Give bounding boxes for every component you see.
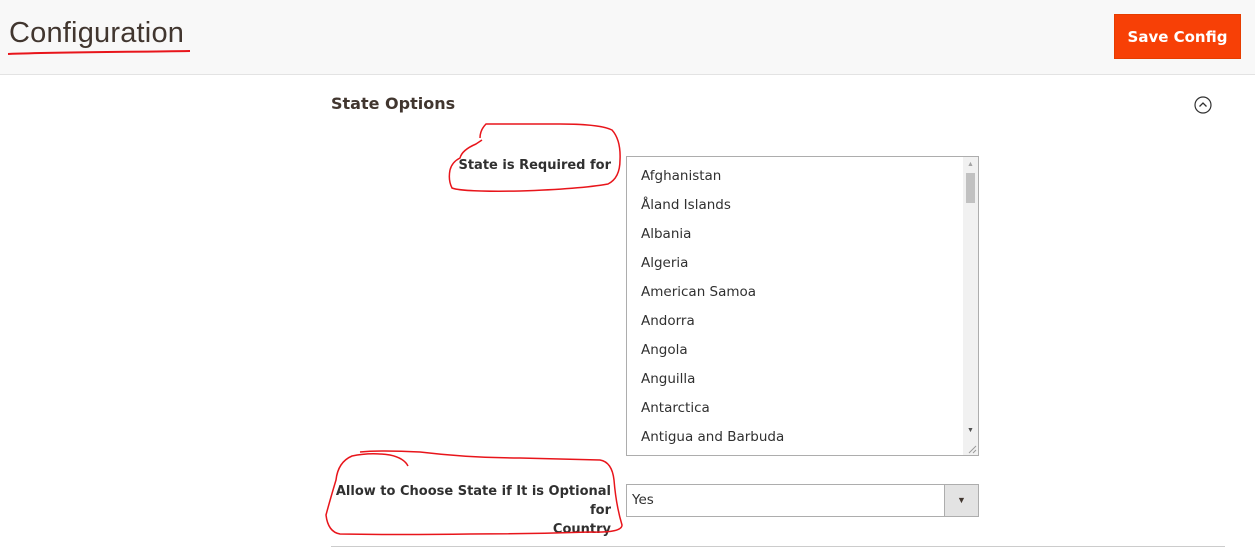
- page-title: Configuration: [9, 17, 185, 49]
- dropdown-arrow-icon[interactable]: ▼: [944, 485, 978, 516]
- country-option[interactable]: Albania: [627, 220, 962, 249]
- country-option[interactable]: Angola: [627, 336, 962, 365]
- country-option[interactable]: Afghanistan: [627, 162, 962, 191]
- section-divider: [331, 546, 1225, 547]
- country-option[interactable]: Andorra: [627, 307, 962, 336]
- selected-value: Yes: [632, 492, 654, 508]
- page-header: Configuration Save Config: [0, 0, 1255, 75]
- allow-choose-state-label: Allow to Choose State if It is Optional …: [330, 482, 611, 539]
- country-option[interactable]: Åland Islands: [627, 191, 962, 220]
- scrollbar[interactable]: ▲ ▼: [963, 157, 978, 455]
- state-required-label: State is Required for: [458, 158, 611, 173]
- allow-choose-state-label-line2: Country: [552, 522, 611, 537]
- scroll-down-arrow-icon[interactable]: ▼: [963, 423, 978, 438]
- section-title[interactable]: State Options: [331, 94, 455, 113]
- country-option[interactable]: American Samoa: [627, 278, 962, 307]
- state-required-multiselect[interactable]: Afghanistan Åland Islands Albania Algeri…: [626, 156, 979, 456]
- scroll-up-arrow-icon[interactable]: ▲: [963, 157, 978, 172]
- allow-choose-state-label-line1: Allow to Choose State if It is Optional …: [335, 484, 611, 518]
- chevron-up-circle-icon[interactable]: [1194, 96, 1212, 114]
- country-option[interactable]: Antigua and Barbuda: [627, 423, 962, 452]
- scroll-thumb[interactable]: [966, 173, 975, 203]
- save-config-button[interactable]: Save Config: [1114, 14, 1241, 59]
- resize-grip-icon[interactable]: [965, 442, 977, 454]
- allow-choose-state-select[interactable]: Yes ▼: [626, 484, 979, 517]
- country-options-list: Afghanistan Åland Islands Albania Algeri…: [627, 162, 962, 452]
- country-option[interactable]: Algeria: [627, 249, 962, 278]
- country-option[interactable]: Anguilla: [627, 365, 962, 394]
- country-option[interactable]: Antarctica: [627, 394, 962, 423]
